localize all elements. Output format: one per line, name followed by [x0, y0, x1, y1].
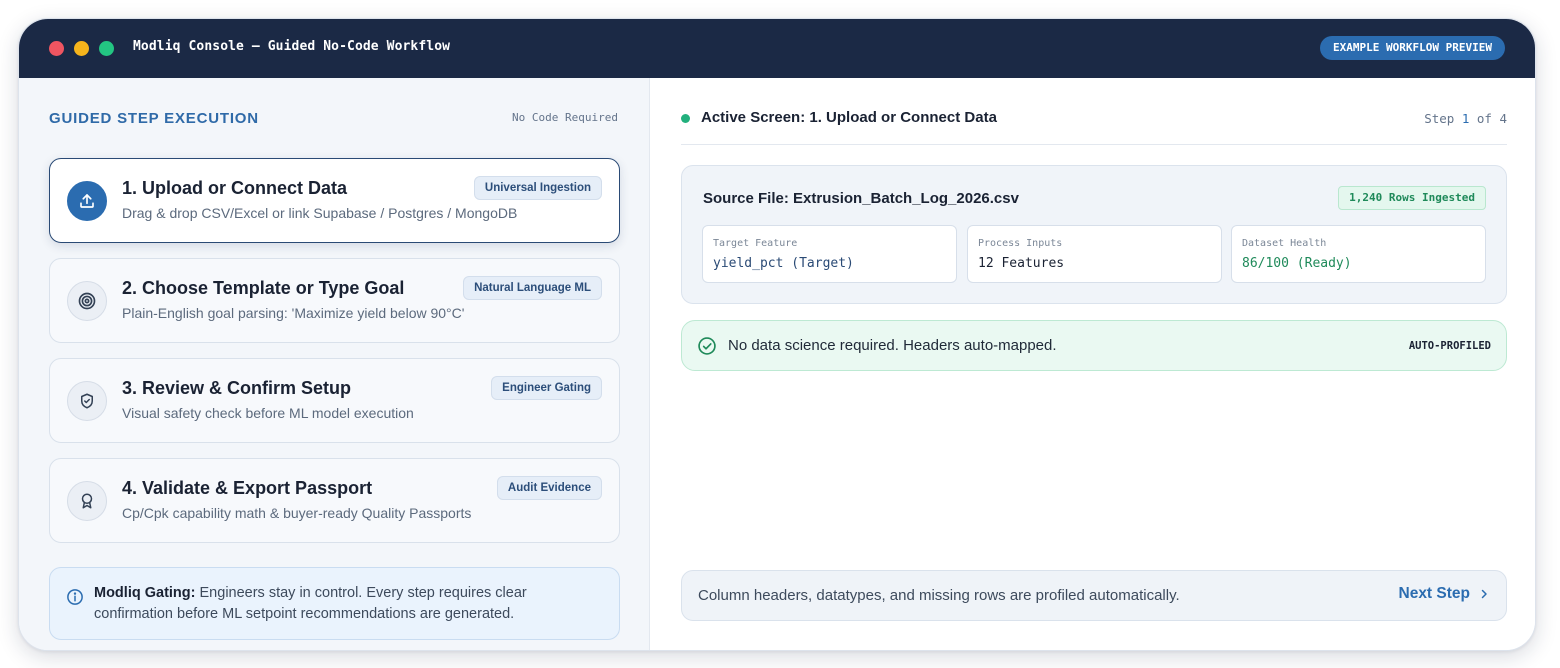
- chevron-right-icon: [1481, 589, 1487, 599]
- step-tag: Audit Evidence: [496, 476, 602, 500]
- step-counter-prefix: Step: [1424, 111, 1462, 126]
- auto-profile-status: No data science required. Headers auto-m…: [681, 320, 1507, 371]
- active-screen-panel: Active Screen: 1. Upload or Connect Data…: [651, 78, 1535, 650]
- info-icon: [66, 588, 84, 611]
- preview-badge: EXAMPLE WORKFLOW PREVIEW: [1320, 36, 1505, 60]
- app-window: Modliq Console — Guided No-Code Workflow…: [18, 18, 1536, 651]
- divider: [681, 144, 1507, 145]
- step-card-upload[interactable]: 1. Upload or Connect Data Drag & drop CS…: [49, 158, 620, 243]
- metric-label: Target Feature: [713, 238, 798, 249]
- step-description: Cp/Cpk capability math & buyer-ready Qua…: [122, 505, 472, 521]
- minimize-window-button[interactable]: [74, 41, 89, 56]
- footer-text: Column headers, datatypes, and missing r…: [698, 587, 1180, 604]
- award-icon: [67, 481, 107, 521]
- gating-text: Modliq Gating: Engineers stay in control…: [94, 583, 594, 625]
- window-title: Modliq Console — Guided No-Code Workflow: [133, 39, 451, 54]
- maximize-window-button[interactable]: [99, 41, 114, 56]
- title-bar: Modliq Console — Guided No-Code Workflow…: [19, 19, 1535, 78]
- step-card-review[interactable]: 3. Review & Confirm Setup Visual safety …: [49, 358, 620, 443]
- step-tag: Universal Ingestion: [473, 176, 602, 200]
- next-step-button[interactable]: Next Step: [1399, 585, 1491, 603]
- step-tag: Natural Language ML: [463, 276, 602, 300]
- metric-dataset-health: Dataset Health 86/100 (Ready): [1231, 225, 1486, 283]
- step-tag: Engineer Gating: [491, 376, 602, 400]
- status-text: No data science required. Headers auto-m…: [728, 337, 1057, 354]
- step-card-validate[interactable]: 4. Validate & Export Passport Cp/Cpk cap…: [49, 458, 620, 543]
- step-description: Visual safety check before ML model exec…: [122, 405, 414, 421]
- gating-label: Modliq Gating:: [94, 585, 196, 601]
- source-file-title: Source File: Extrusion_Batch_Log_2026.cs…: [703, 190, 1019, 207]
- step-list-panel: GUIDED STEP EXECUTION No Code Required 1…: [19, 78, 650, 650]
- metric-label: Dataset Health: [1242, 238, 1327, 249]
- step-card-template[interactable]: 2. Choose Template or Type Goal Plain-En…: [49, 258, 620, 343]
- metric-value: 12 Features: [978, 256, 1065, 271]
- step-title: 4. Validate & Export Passport: [122, 478, 373, 498]
- step-title: 3. Review & Confirm Setup: [122, 378, 352, 398]
- metric-process-inputs: Process Inputs 12 Features: [967, 225, 1222, 283]
- metric-value: 86/100 (Ready): [1242, 256, 1352, 271]
- footer-bar: Column headers, datatypes, and missing r…: [681, 570, 1507, 621]
- next-step-label: Next Step: [1398, 585, 1471, 602]
- metric-label: Process Inputs: [978, 238, 1063, 249]
- target-icon: [67, 281, 107, 321]
- step-counter-suffix: of 4: [1469, 111, 1507, 126]
- panel-heading: GUIDED STEP EXECUTION: [49, 110, 259, 127]
- metric-target-feature: Target Feature yield_pct (Target): [702, 225, 957, 283]
- panel-subheading: No Code Required: [512, 111, 618, 124]
- source-file-card: Source File: Extrusion_Batch_Log_2026.cs…: [681, 165, 1507, 304]
- step-description: Plain-English goal parsing: 'Maximize yi…: [122, 305, 465, 321]
- step-title: 2. Choose Template or Type Goal: [122, 278, 405, 298]
- auto-profiled-tag: AUTO-PROFILED: [1408, 340, 1491, 352]
- step-description: Drag & drop CSV/Excel or link Supabase /…: [122, 205, 518, 221]
- upload-icon: [67, 181, 107, 221]
- close-window-button[interactable]: [49, 41, 64, 56]
- active-indicator-dot: [681, 114, 690, 123]
- step-title: 1. Upload or Connect Data: [122, 178, 348, 198]
- check-circle-icon: [697, 336, 717, 361]
- gating-notice: Modliq Gating: Engineers stay in control…: [49, 567, 620, 640]
- active-screen-title: Active Screen: 1. Upload or Connect Data: [701, 109, 997, 126]
- shield-check-icon: [67, 381, 107, 421]
- rows-ingested-badge: 1,240 Rows Ingested: [1338, 186, 1486, 210]
- step-counter: Step 1 of 4: [1424, 111, 1507, 126]
- metric-value: yield_pct (Target): [713, 256, 854, 271]
